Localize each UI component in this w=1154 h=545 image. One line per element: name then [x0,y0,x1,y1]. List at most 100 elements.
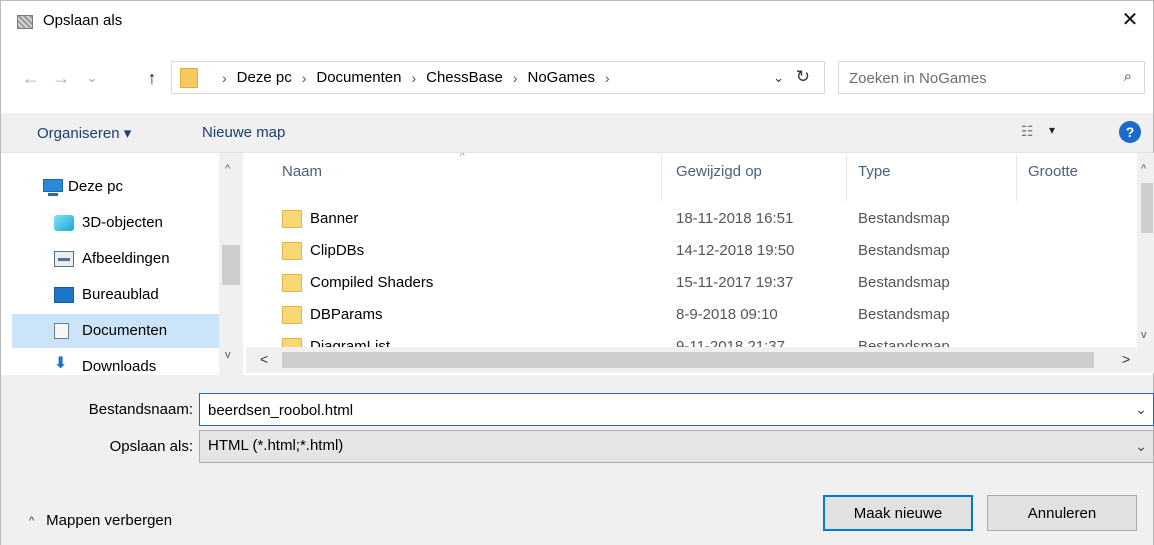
scroll-down-icon[interactable]: v [1141,329,1147,341]
scroll-thumb[interactable] [282,352,1094,368]
downloads-icon: ⬇ [54,355,68,372]
breadcrumb: › Deze pc › Documenten › ChessBase › NoG… [212,69,620,86]
table-row[interactable]: Compiled Shaders 15-11-2017 19:37 Bestan… [246,269,1144,301]
new-folder-button[interactable]: Nieuwe map [202,124,285,141]
save-type-select[interactable]: HTML (*.html;*.html) ⌄ [199,430,1154,463]
sidebar-item-label: Deze pc [68,178,124,195]
address-bar[interactable]: › Deze pc › Documenten › ChessBase › NoG… [171,61,825,94]
save-type-label: Opslaan als: [109,438,193,455]
file-list-vertical-scrollbar[interactable]: ^ v [1137,153,1154,347]
sidebar-item-label: Downloads [82,358,157,375]
chevron-up-icon: ^ [29,514,35,527]
scroll-thumb[interactable] [222,245,240,285]
folder-icon [282,274,302,292]
search-input[interactable] [849,68,1089,88]
sort-ascending-icon: ^ [460,153,465,162]
file-name: DBParams [310,306,383,323]
chevron-down-icon[interactable]: ⌄ [1135,438,1147,455]
breadcrumb-separator[interactable]: › [513,70,518,86]
filename-input[interactable] [208,400,1108,420]
scroll-down-icon[interactable]: v [225,349,231,361]
3d-objects-icon [54,215,74,231]
breadcrumb-item-chessbase[interactable]: ChessBase [426,69,503,86]
breadcrumb-separator[interactable]: › [302,70,307,86]
breadcrumb-separator[interactable]: › [411,70,416,86]
navigation-scrollbar[interactable]: ^ v [219,153,243,375]
file-list: ^ Naam Gewijzigd op Type Grootte Banner … [246,153,1144,347]
file-modified: 8-9-2018 09:10 [676,306,778,323]
file-type: Bestandsmap [858,338,950,347]
column-header-size[interactable]: Grootte [1028,163,1078,180]
save-type-value: HTML (*.html;*.html) [208,437,344,454]
search-icon[interactable]: ⌕ [1124,68,1132,85]
sidebar-item-documenten[interactable]: Documenten [12,314,224,348]
search-box[interactable]: ⌕ [838,61,1145,94]
sidebar-item-label: Afbeeldingen [82,250,170,267]
breadcrumb-item-nogames[interactable]: NoGames [528,69,596,86]
file-name: Compiled Shaders [310,274,434,291]
address-dropdown-icon[interactable]: ⌄ [773,70,784,86]
column-header-type[interactable]: Type [858,163,891,180]
sidebar-item-downloads[interactable]: ⬇ Downloads [12,350,224,375]
sidebar-item-label: Bureaublad [82,286,159,303]
folder-icon [282,338,302,347]
app-icon [17,15,33,29]
breadcrumb-separator: › [222,69,227,86]
back-button[interactable]: ← [19,66,43,90]
recent-locations-chevron-icon[interactable]: ⌄ [80,66,104,90]
sidebar-item-deze-pc[interactable]: Deze pc [12,170,224,204]
table-row[interactable]: DiagramList 9-11-2018 21:37 Bestandsmap [246,333,1144,347]
column-divider[interactable] [846,155,847,201]
command-toolbar: Organiseren ▾ Nieuwe map ☷ ▾ ? [1,113,1153,153]
save-as-dialog: Opslaan als ✕ ← → ⌄ ↑ › Deze pc › Docume… [0,0,1154,545]
breadcrumb-item-documenten[interactable]: Documenten [316,69,401,86]
column-header-name[interactable]: Naam [282,163,322,180]
scroll-left-icon[interactable]: < [260,351,268,367]
scroll-up-icon[interactable]: ^ [1141,163,1146,175]
desktop-icon [54,287,74,303]
sidebar-item-bureaublad[interactable]: Bureaublad [12,278,224,312]
help-icon[interactable]: ? [1119,121,1141,143]
file-name: ClipDBs [310,242,365,259]
file-type: Bestandsmap [858,274,950,291]
refresh-icon[interactable]: ↻ [796,67,810,87]
file-type: Bestandsmap [858,210,950,227]
folder-icon [282,242,302,260]
scroll-up-icon[interactable]: ^ [225,163,230,175]
sidebar-item-3d-objecten[interactable]: 3D-objecten [12,206,224,240]
file-modified: 15-11-2017 19:37 [676,274,794,291]
table-row[interactable]: ClipDBs 14-12-2018 19:50 Bestandsmap [246,237,1144,269]
column-header-modified[interactable]: Gewijzigd op [676,163,762,180]
column-divider[interactable] [661,155,662,201]
filename-field[interactable]: ⌄ [199,393,1154,426]
window-title: Opslaan als [43,12,123,29]
close-button[interactable]: ✕ [1107,1,1153,37]
title-bar: Opslaan als ✕ [1,1,1153,41]
table-row[interactable]: Banner 18-11-2018 16:51 Bestandsmap [246,205,1144,237]
sidebar-item-afbeeldingen[interactable]: Afbeeldingen [12,242,224,276]
up-button[interactable]: ↑ [140,66,164,90]
file-type: Bestandsmap [858,242,950,259]
forward-button[interactable]: → [49,66,73,90]
column-divider[interactable] [1016,155,1017,201]
file-modified: 18-11-2018 16:51 [676,210,794,227]
organise-menu-button[interactable]: Organiseren ▾ [37,124,131,142]
file-modified: 14-12-2018 19:50 [676,242,795,259]
make-new-button[interactable]: Maak nieuwe [823,495,973,531]
computer-icon [43,179,63,196]
file-list-horizontal-scrollbar[interactable]: < > [246,347,1154,373]
scroll-right-icon[interactable]: > [1122,351,1130,367]
scroll-thumb[interactable] [1141,183,1153,233]
view-options-icon[interactable]: ☷ [1021,123,1034,140]
cancel-button[interactable]: Annuleren [987,495,1137,531]
view-dropdown-icon[interactable]: ▾ [1049,123,1055,137]
breadcrumb-separator[interactable]: › [605,70,610,86]
hide-folders-toggle[interactable]: ^ Mappen verbergen [29,512,172,529]
pictures-icon [54,251,74,267]
breadcrumb-item-deze-pc[interactable]: Deze pc [237,69,292,86]
file-name: Banner [310,210,359,227]
folder-icon [282,210,302,228]
table-row[interactable]: DBParams 8-9-2018 09:10 Bestandsmap [246,301,1144,333]
chevron-down-icon[interactable]: ⌄ [1135,401,1147,418]
folder-icon [282,306,302,324]
